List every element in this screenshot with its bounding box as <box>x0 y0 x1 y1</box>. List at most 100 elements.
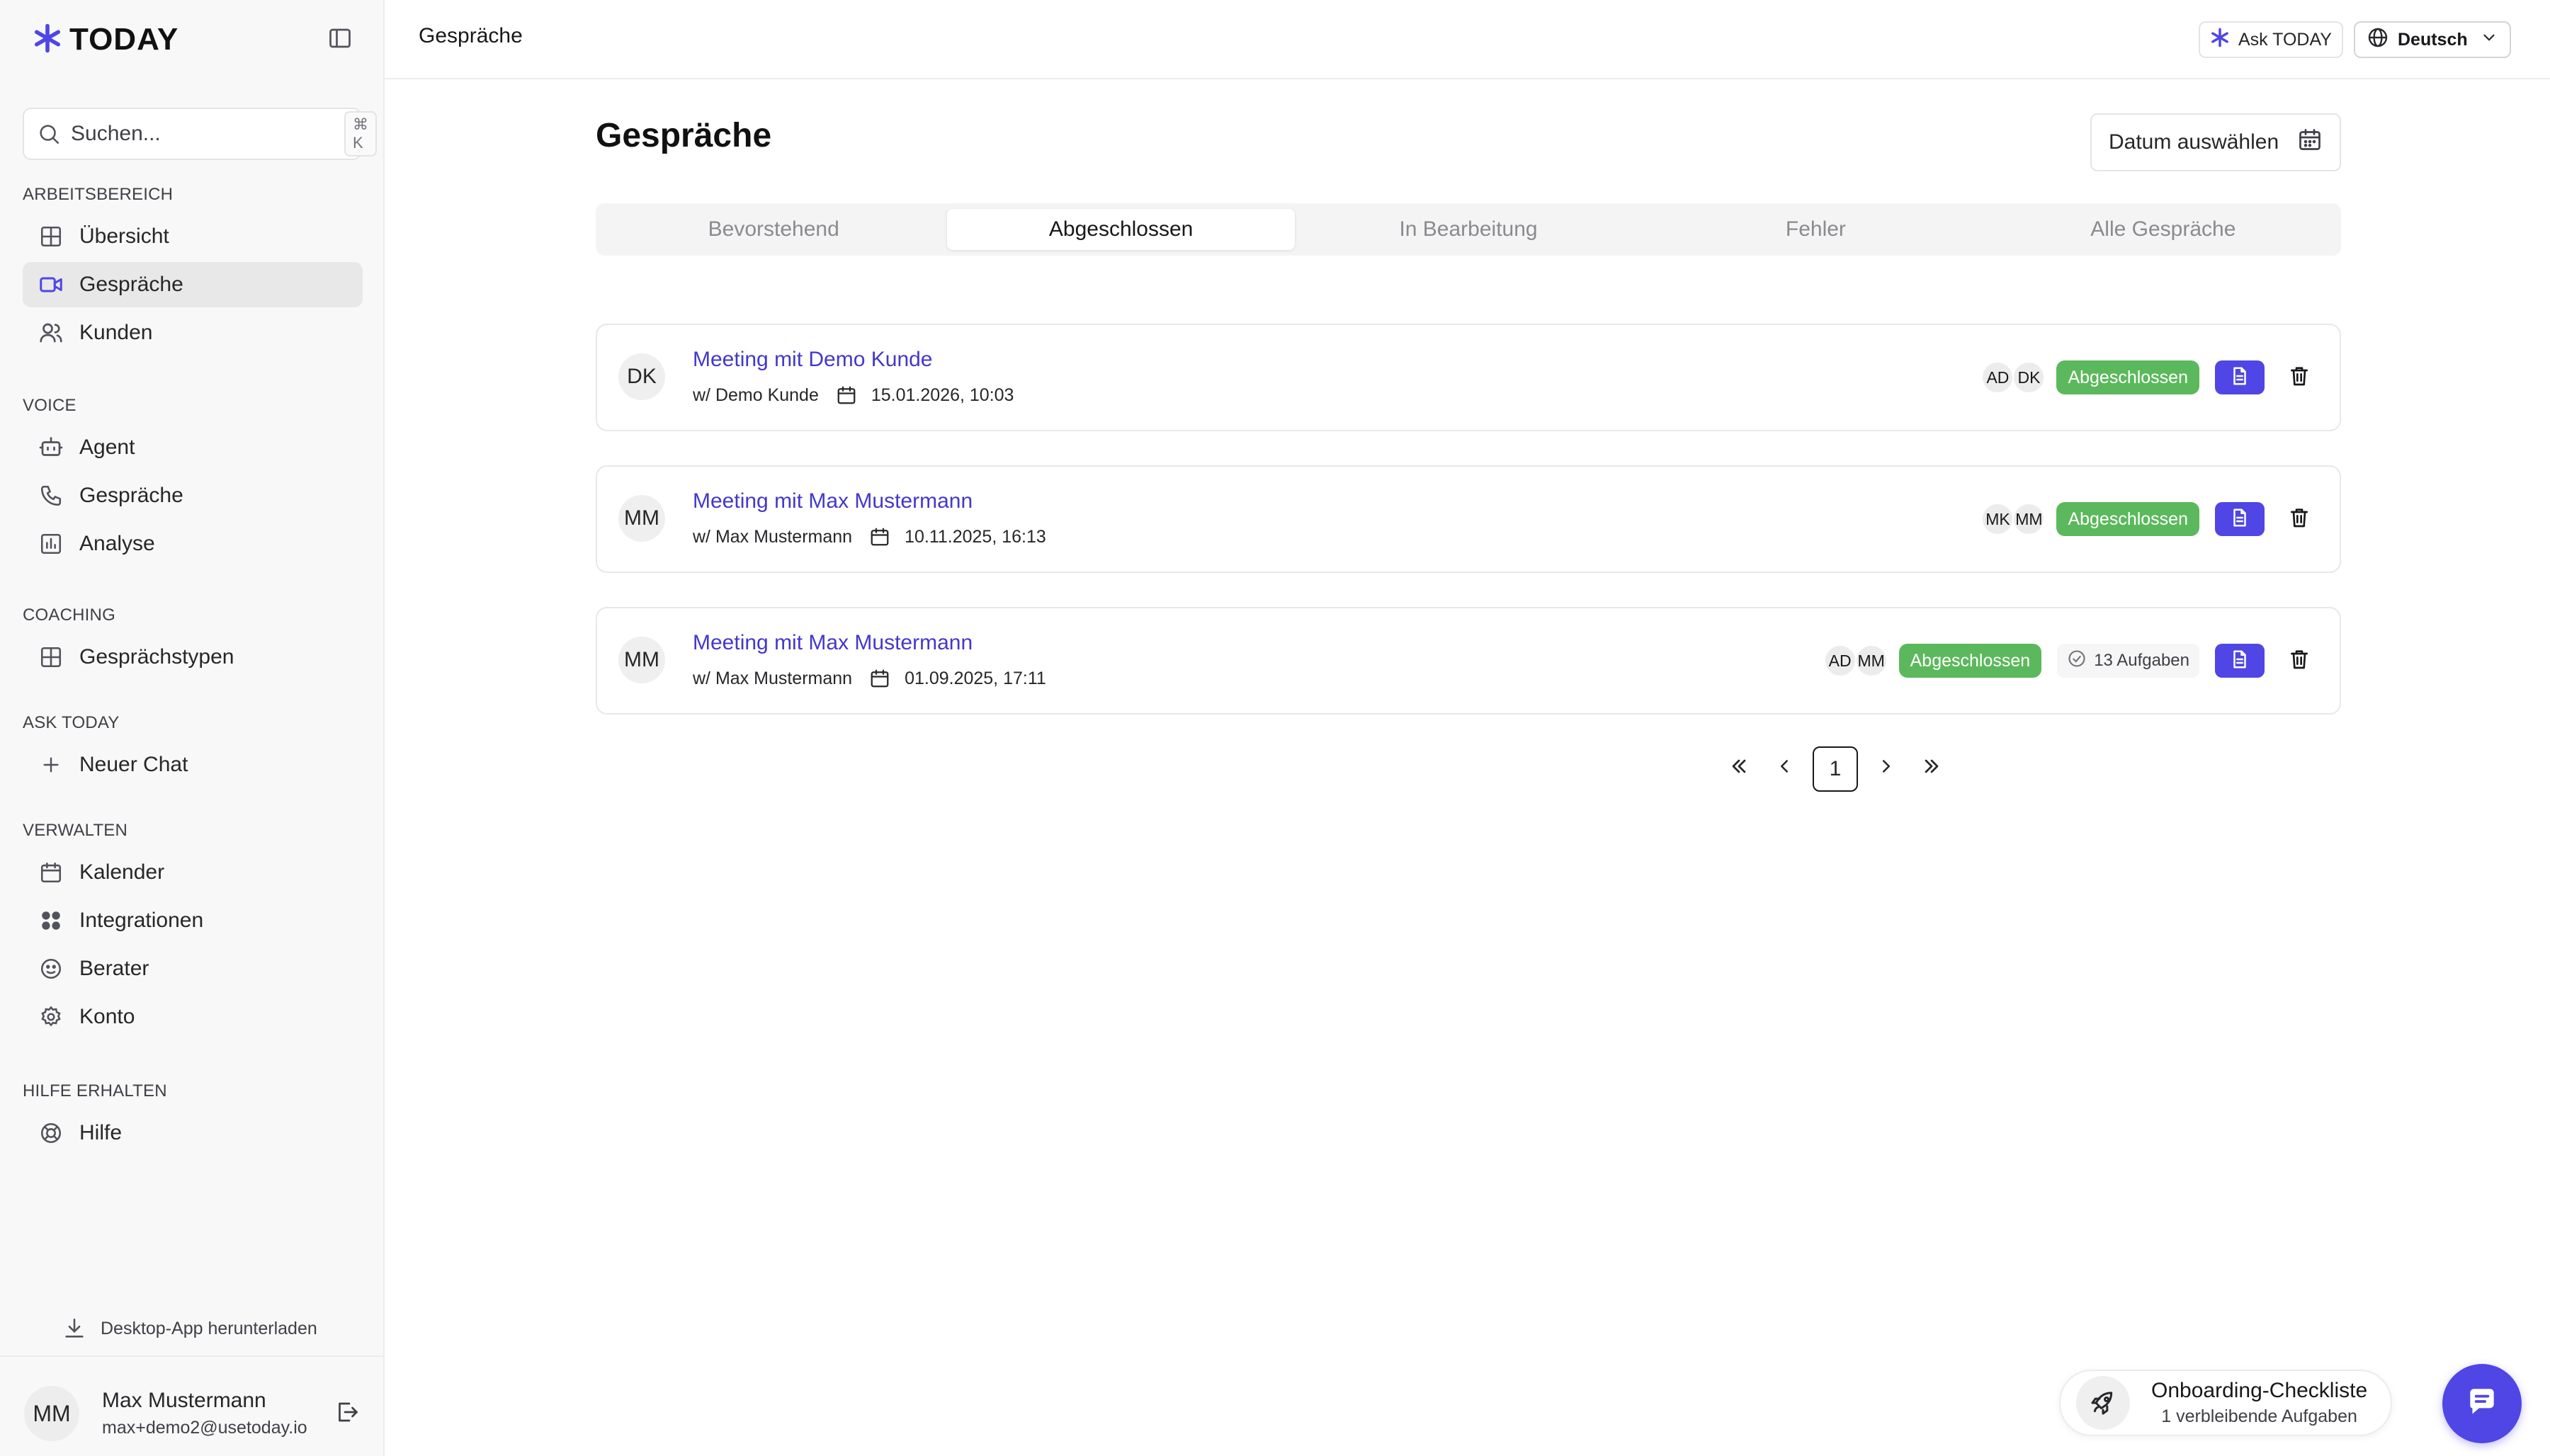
nav-section-help: HILFE ERHALTEN Hilfe <box>23 1079 363 1156</box>
tasks-count: 13 Aufgaben <box>2094 651 2189 670</box>
chat-support-button[interactable] <box>2442 1364 2522 1443</box>
delete-button[interactable] <box>2286 364 2313 391</box>
chevrons-left-icon <box>1728 755 1750 783</box>
sidebar-item-conversation-types[interactable]: Gesprächstypen <box>23 635 363 680</box>
sidebar-item-label: Neuer Chat <box>79 753 188 776</box>
conversation-meta: w/ Max Mustermann 01.09.2025, 17:11 <box>693 668 1046 689</box>
avatar[interactable]: MM <box>24 1386 79 1441</box>
nav-section-workspace: ARBEITSBEREICH Übersicht Gespräche Kunde… <box>23 183 363 356</box>
section-title: VOICE <box>23 396 76 415</box>
main-content: Gespräche Ask TODAY Deutsch Gespräche Da… <box>385 0 2550 1456</box>
sidebar-item-integrations[interactable]: Integrationen <box>23 898 363 943</box>
nav-section-ask-today: ASK TODAY Neuer Chat <box>23 711 363 787</box>
logo-row: TODAY <box>33 17 355 62</box>
download-desktop-app-link[interactable]: Desktop-App herunterladen <box>62 1313 317 1344</box>
onboarding-text: Onboarding-Checkliste 1 verbleibende Auf… <box>2151 1377 2367 1428</box>
sidebar-item-conversations[interactable]: Gespräche <box>23 262 363 307</box>
chevron-right-icon <box>1876 756 1897 783</box>
sidebar-item-calendar[interactable]: Kalender <box>23 850 363 895</box>
sidebar-item-advisors[interactable]: Berater <box>23 946 363 991</box>
sidebar-item-help[interactable]: Hilfe <box>23 1110 363 1156</box>
ask-today-button[interactable]: Ask TODAY <box>2199 21 2343 58</box>
conversation-card: MM Meeting mit Max Mustermann w/ Max Mus… <box>596 607 2341 715</box>
conversation-with: w/ Demo Kunde <box>693 385 819 405</box>
chat-icon <box>2464 1384 2500 1423</box>
view-document-button[interactable] <box>2215 644 2265 678</box>
sidebar-toggle-button[interactable] <box>325 25 355 55</box>
tab-all-conversations[interactable]: Alle Gespräche <box>1990 209 2337 250</box>
search-box[interactable]: ⌘ K <box>23 108 377 160</box>
sidebar-item-overview[interactable]: Übersicht <box>23 214 363 259</box>
asterisk-logo-icon <box>33 23 62 57</box>
participant-avatar: MM <box>2012 503 2046 535</box>
conversation-meta: w/ Max Mustermann 10.11.2025, 16:13 <box>693 526 1046 547</box>
tab-in-progress[interactable]: In Bearbeitung <box>1295 209 1642 250</box>
sidebar-item-voice-conversations[interactable]: Gespräche <box>23 473 363 518</box>
calendar-icon <box>38 860 64 885</box>
sidebar-item-label: Hilfe <box>79 1121 123 1144</box>
date-picker-label: Datum auswählen <box>2109 130 2279 154</box>
phone-icon <box>38 483 64 508</box>
page-number-button[interactable]: 1 <box>1813 746 1858 792</box>
sidebar-item-label: Konto <box>79 1005 135 1028</box>
search-icon <box>37 120 61 147</box>
tab-completed[interactable]: Abgeschlossen <box>947 209 1295 250</box>
first-page-button[interactable] <box>1716 746 1762 792</box>
sidebar-item-account[interactable]: Konto <box>23 994 363 1040</box>
view-document-button[interactable] <box>2215 502 2265 536</box>
sidebar-item-agent[interactable]: Agent <box>23 425 363 470</box>
delete-button[interactable] <box>2286 506 2313 533</box>
sidebar-item-label: Berater <box>79 957 149 980</box>
nav-section-manage: VERWALTEN Kalender Integrationen Berater… <box>23 819 363 1040</box>
conversation-title-link[interactable]: Meeting mit Demo Kunde <box>693 348 933 372</box>
tasks-badge[interactable]: 13 Aufgaben <box>2057 644 2199 678</box>
rocket-icon <box>2076 1376 2130 1430</box>
logout-button[interactable] <box>332 1398 363 1429</box>
check-circle-icon <box>2067 649 2087 673</box>
logo[interactable]: TODAY <box>33 22 178 57</box>
last-page-button[interactable] <box>1909 746 1954 792</box>
globe-icon <box>2367 26 2389 54</box>
conversation-datetime: 15.01.2026, 10:03 <box>871 385 1014 405</box>
conversation-title-link[interactable]: Meeting mit Max Mustermann <box>693 489 973 513</box>
lifebuoy-icon <box>38 1120 64 1146</box>
status-tabs: Bevorstehend Abgeschlossen In Bearbeitun… <box>596 203 2341 256</box>
trash-icon <box>2288 506 2311 533</box>
tab-upcoming[interactable]: Bevorstehend <box>600 209 947 250</box>
delete-button[interactable] <box>2286 647 2313 674</box>
chevrons-right-icon <box>1920 755 1943 783</box>
previous-page-button[interactable] <box>1762 746 1807 792</box>
next-page-button[interactable] <box>1864 746 1909 792</box>
sidebar-item-customers[interactable]: Kunden <box>23 310 363 356</box>
document-icon <box>2229 649 2250 673</box>
status-badge: Abgeschlossen <box>2056 360 2199 394</box>
search-shortcut-badge: ⌘ K <box>344 111 377 157</box>
app-root: TODAY ⌘ K ARBEITSBEREICH Übersicht <box>0 0 2550 1456</box>
language-select[interactable]: Deutsch <box>2354 21 2511 58</box>
conversation-datetime: 01.09.2025, 17:11 <box>905 668 1046 688</box>
chart-icon <box>38 531 64 557</box>
section-title: HILFE ERHALTEN <box>23 1081 167 1100</box>
conversation-with: w/ Max Mustermann <box>693 668 853 688</box>
sidebar-item-new-chat[interactable]: Neuer Chat <box>23 742 363 787</box>
conversation-title-link[interactable]: Meeting mit Max Mustermann <box>693 631 973 655</box>
sidebar-item-label: Integrationen <box>79 909 204 932</box>
brand-name: TODAY <box>69 22 179 57</box>
conversation-actions: AD DK Abgeschlossen <box>1981 358 2313 397</box>
sidebar-item-label: Übersicht <box>79 224 169 248</box>
avatar: DK <box>618 353 665 400</box>
tab-errors[interactable]: Fehler <box>1642 209 1989 250</box>
search-input[interactable] <box>71 122 344 146</box>
onboarding-checklist-button[interactable]: Onboarding-Checkliste 1 verbleibende Auf… <box>2059 1370 2392 1436</box>
apps-icon <box>38 908 64 933</box>
participant-avatars: AD MM <box>1823 644 1888 677</box>
grid-icon <box>38 644 64 670</box>
users-icon <box>38 320 64 346</box>
document-icon <box>2229 507 2250 532</box>
sidebar-item-label: Analyse <box>79 532 155 555</box>
language-label: Deutsch <box>2398 29 2468 50</box>
date-picker[interactable]: Datum auswählen <box>2090 113 2341 171</box>
sidebar-item-analysis[interactable]: Analyse <box>23 521 363 567</box>
view-document-button[interactable] <box>2215 360 2265 394</box>
sidebar-toggle-icon <box>327 25 353 55</box>
